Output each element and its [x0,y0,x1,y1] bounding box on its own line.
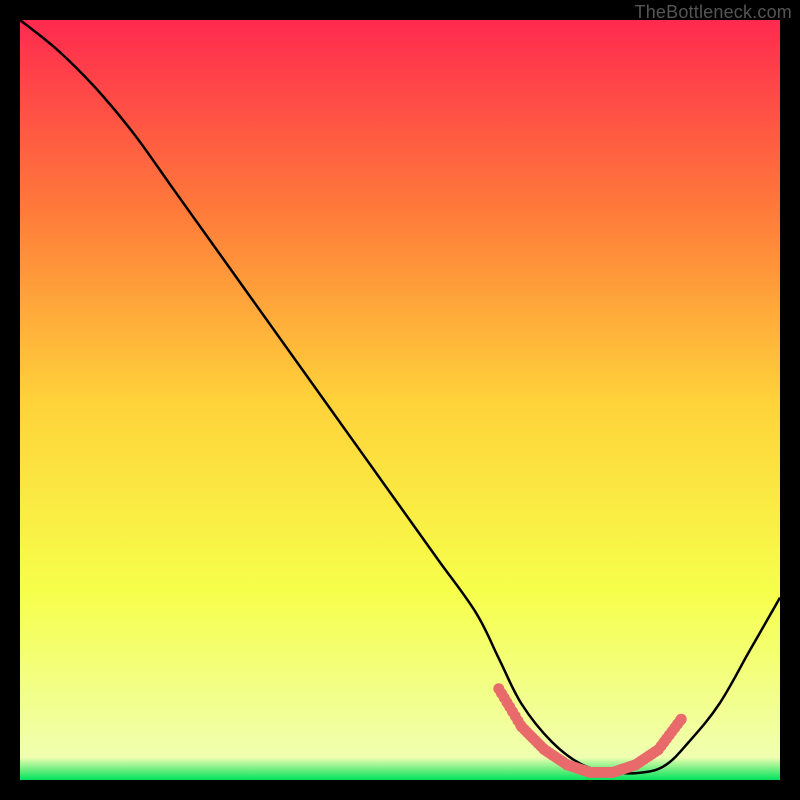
watermark-text: TheBottleneck.com [635,2,792,23]
optimal-dot [676,714,687,725]
chart-frame [20,20,780,780]
chart-svg [20,20,780,780]
